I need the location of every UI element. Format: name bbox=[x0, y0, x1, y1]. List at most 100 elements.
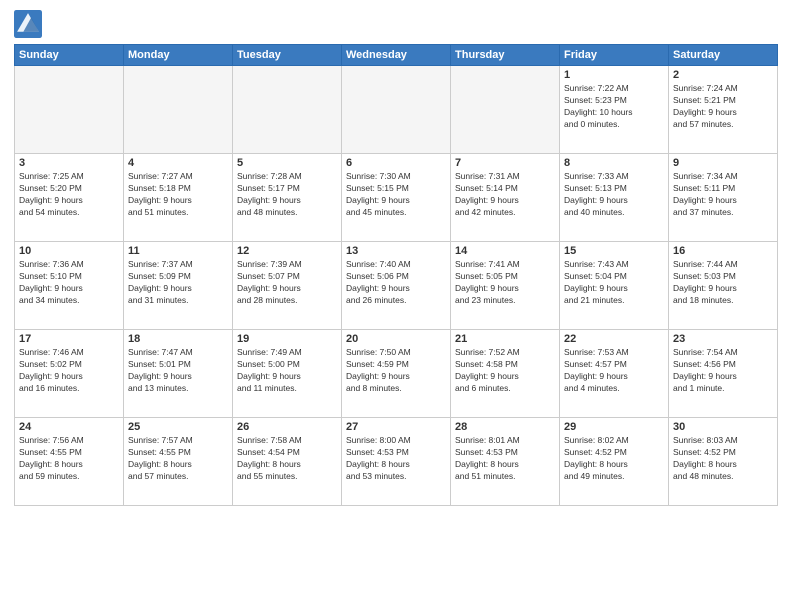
weekday-header-saturday: Saturday bbox=[669, 45, 778, 66]
day-number: 17 bbox=[19, 333, 119, 345]
day-cell: 25 Sunrise: 7:57 AM Sunset: 4:55 PM Dayli… bbox=[124, 418, 233, 506]
day-cell bbox=[124, 66, 233, 154]
logo bbox=[14, 10, 46, 38]
day-number: 26 bbox=[237, 421, 337, 433]
weekday-header-friday: Friday bbox=[560, 45, 669, 66]
day-info: Sunrise: 7:43 AM Sunset: 5:04 PM Dayligh… bbox=[564, 259, 664, 307]
day-info: Sunrise: 7:40 AM Sunset: 5:06 PM Dayligh… bbox=[346, 259, 446, 307]
weekday-header-thursday: Thursday bbox=[451, 45, 560, 66]
day-cell: 3 Sunrise: 7:25 AM Sunset: 5:20 PM Daylig… bbox=[15, 154, 124, 242]
day-cell: 19 Sunrise: 7:49 AM Sunset: 5:00 PM Dayli… bbox=[233, 330, 342, 418]
day-info: Sunrise: 7:41 AM Sunset: 5:05 PM Dayligh… bbox=[455, 259, 555, 307]
day-info: Sunrise: 8:01 AM Sunset: 4:53 PM Dayligh… bbox=[455, 435, 555, 483]
day-number: 6 bbox=[346, 157, 446, 169]
day-cell: 13 Sunrise: 7:40 AM Sunset: 5:06 PM Dayli… bbox=[342, 242, 451, 330]
day-number: 15 bbox=[564, 245, 664, 257]
day-info: Sunrise: 7:46 AM Sunset: 5:02 PM Dayligh… bbox=[19, 347, 119, 395]
week-row-3: 10Sunrise: 7:36 AM Sunset: 5:10 PM Dayli… bbox=[15, 242, 778, 330]
calendar-table: SundayMondayTuesdayWednesdayThursdayFrid… bbox=[14, 44, 778, 506]
day-number: 3 bbox=[19, 157, 119, 169]
day-info: Sunrise: 7:44 AM Sunset: 5:03 PM Dayligh… bbox=[673, 259, 773, 307]
day-info: Sunrise: 7:53 AM Sunset: 4:57 PM Dayligh… bbox=[564, 347, 664, 395]
day-number: 10 bbox=[19, 245, 119, 257]
day-info: Sunrise: 7:28 AM Sunset: 5:17 PM Dayligh… bbox=[237, 171, 337, 219]
day-cell bbox=[342, 66, 451, 154]
day-number: 24 bbox=[19, 421, 119, 433]
day-number: 23 bbox=[673, 333, 773, 345]
day-info: Sunrise: 8:00 AM Sunset: 4:53 PM Dayligh… bbox=[346, 435, 446, 483]
day-number: 30 bbox=[673, 421, 773, 433]
day-info: Sunrise: 7:56 AM Sunset: 4:55 PM Dayligh… bbox=[19, 435, 119, 483]
day-info: Sunrise: 8:03 AM Sunset: 4:52 PM Dayligh… bbox=[673, 435, 773, 483]
day-cell: 5 Sunrise: 7:28 AM Sunset: 5:17 PM Daylig… bbox=[233, 154, 342, 242]
day-cell: 30 Sunrise: 8:03 AM Sunset: 4:52 PM Dayli… bbox=[669, 418, 778, 506]
day-info: Sunrise: 7:49 AM Sunset: 5:00 PM Dayligh… bbox=[237, 347, 337, 395]
day-cell: 14 Sunrise: 7:41 AM Sunset: 5:05 PM Dayli… bbox=[451, 242, 560, 330]
day-number: 18 bbox=[128, 333, 228, 345]
day-cell: 21 Sunrise: 7:52 AM Sunset: 4:58 PM Dayli… bbox=[451, 330, 560, 418]
day-number: 1 bbox=[564, 69, 664, 81]
day-number: 8 bbox=[564, 157, 664, 169]
day-cell: 28 Sunrise: 8:01 AM Sunset: 4:53 PM Dayli… bbox=[451, 418, 560, 506]
day-cell: 8 Sunrise: 7:33 AM Sunset: 5:13 PM Daylig… bbox=[560, 154, 669, 242]
day-cell bbox=[233, 66, 342, 154]
day-cell: 10Sunrise: 7:36 AM Sunset: 5:10 PM Dayli… bbox=[15, 242, 124, 330]
weekday-header-monday: Monday bbox=[124, 45, 233, 66]
day-number: 19 bbox=[237, 333, 337, 345]
day-number: 9 bbox=[673, 157, 773, 169]
day-cell: 1Sunrise: 7:22 AM Sunset: 5:23 PM Daylig… bbox=[560, 66, 669, 154]
day-cell: 20Sunrise: 7:50 AM Sunset: 4:59 PM Dayli… bbox=[342, 330, 451, 418]
day-info: Sunrise: 7:37 AM Sunset: 5:09 PM Dayligh… bbox=[128, 259, 228, 307]
day-number: 28 bbox=[455, 421, 555, 433]
day-number: 21 bbox=[455, 333, 555, 345]
day-cell: 7 Sunrise: 7:31 AM Sunset: 5:14 PM Daylig… bbox=[451, 154, 560, 242]
day-cell: 9 Sunrise: 7:34 AM Sunset: 5:11 PM Daylig… bbox=[669, 154, 778, 242]
day-info: Sunrise: 7:24 AM Sunset: 5:21 PM Dayligh… bbox=[673, 83, 773, 131]
day-cell: 29Sunrise: 8:02 AM Sunset: 4:52 PM Dayli… bbox=[560, 418, 669, 506]
day-number: 14 bbox=[455, 245, 555, 257]
day-number: 11 bbox=[128, 245, 228, 257]
day-info: Sunrise: 7:34 AM Sunset: 5:11 PM Dayligh… bbox=[673, 171, 773, 219]
day-cell bbox=[451, 66, 560, 154]
day-info: Sunrise: 7:33 AM Sunset: 5:13 PM Dayligh… bbox=[564, 171, 664, 219]
day-info: Sunrise: 7:27 AM Sunset: 5:18 PM Dayligh… bbox=[128, 171, 228, 219]
weekday-header-row: SundayMondayTuesdayWednesdayThursdayFrid… bbox=[15, 45, 778, 66]
day-number: 29 bbox=[564, 421, 664, 433]
day-number: 20 bbox=[346, 333, 446, 345]
day-cell: 23 Sunrise: 7:54 AM Sunset: 4:56 PM Dayli… bbox=[669, 330, 778, 418]
day-number: 16 bbox=[673, 245, 773, 257]
day-number: 2 bbox=[673, 69, 773, 81]
weekday-header-wednesday: Wednesday bbox=[342, 45, 451, 66]
day-cell: 17 Sunrise: 7:46 AM Sunset: 5:02 PM Dayli… bbox=[15, 330, 124, 418]
day-number: 5 bbox=[237, 157, 337, 169]
week-row-5: 24 Sunrise: 7:56 AM Sunset: 4:55 PM Dayli… bbox=[15, 418, 778, 506]
logo-icon bbox=[14, 10, 42, 38]
day-cell: 6Sunrise: 7:30 AM Sunset: 5:15 PM Daylig… bbox=[342, 154, 451, 242]
day-cell: 18 Sunrise: 7:47 AM Sunset: 5:01 PM Dayli… bbox=[124, 330, 233, 418]
day-number: 25 bbox=[128, 421, 228, 433]
day-info: Sunrise: 7:39 AM Sunset: 5:07 PM Dayligh… bbox=[237, 259, 337, 307]
weekday-header-tuesday: Tuesday bbox=[233, 45, 342, 66]
day-number: 27 bbox=[346, 421, 446, 433]
day-info: Sunrise: 7:57 AM Sunset: 4:55 PM Dayligh… bbox=[128, 435, 228, 483]
day-cell: 26Sunrise: 7:58 AM Sunset: 4:54 PM Dayli… bbox=[233, 418, 342, 506]
day-cell: 16 Sunrise: 7:44 AM Sunset: 5:03 PM Dayli… bbox=[669, 242, 778, 330]
week-row-1: 1Sunrise: 7:22 AM Sunset: 5:23 PM Daylig… bbox=[15, 66, 778, 154]
day-info: Sunrise: 7:47 AM Sunset: 5:01 PM Dayligh… bbox=[128, 347, 228, 395]
day-cell: 24 Sunrise: 7:56 AM Sunset: 4:55 PM Dayli… bbox=[15, 418, 124, 506]
day-number: 7 bbox=[455, 157, 555, 169]
weekday-header-sunday: Sunday bbox=[15, 45, 124, 66]
day-info: Sunrise: 7:25 AM Sunset: 5:20 PM Dayligh… bbox=[19, 171, 119, 219]
day-number: 12 bbox=[237, 245, 337, 257]
day-cell bbox=[15, 66, 124, 154]
day-cell: 11 Sunrise: 7:37 AM Sunset: 5:09 PM Dayli… bbox=[124, 242, 233, 330]
day-info: Sunrise: 7:52 AM Sunset: 4:58 PM Dayligh… bbox=[455, 347, 555, 395]
day-info: Sunrise: 7:54 AM Sunset: 4:56 PM Dayligh… bbox=[673, 347, 773, 395]
week-row-4: 17 Sunrise: 7:46 AM Sunset: 5:02 PM Dayli… bbox=[15, 330, 778, 418]
day-cell: 22Sunrise: 7:53 AM Sunset: 4:57 PM Dayli… bbox=[560, 330, 669, 418]
header bbox=[14, 10, 778, 38]
day-cell: 27 Sunrise: 8:00 AM Sunset: 4:53 PM Dayli… bbox=[342, 418, 451, 506]
day-info: Sunrise: 7:31 AM Sunset: 5:14 PM Dayligh… bbox=[455, 171, 555, 219]
day-number: 13 bbox=[346, 245, 446, 257]
day-cell: 2 Sunrise: 7:24 AM Sunset: 5:21 PM Daylig… bbox=[669, 66, 778, 154]
